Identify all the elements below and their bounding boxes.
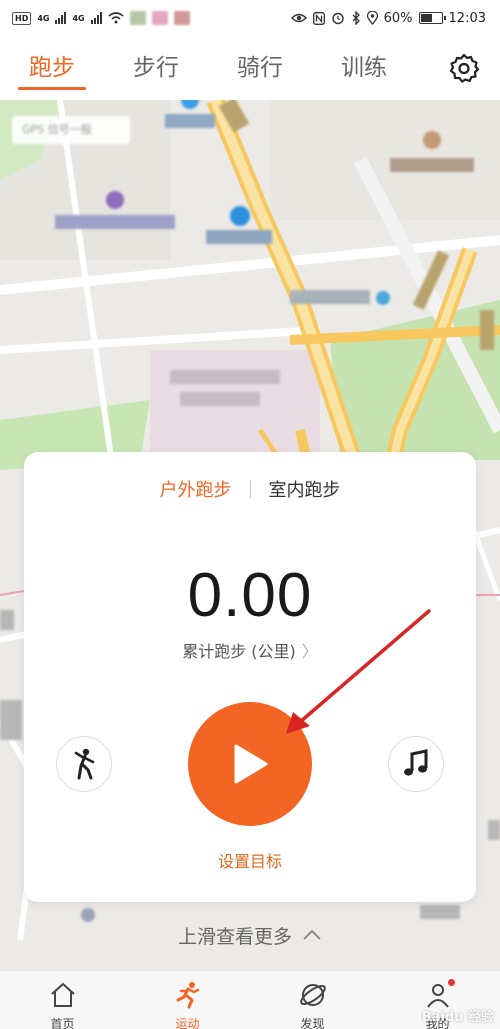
chevron-right-icon: 〉	[301, 642, 318, 661]
nav-home-label: 首页	[50, 1017, 75, 1029]
settings-gear-icon[interactable]	[448, 52, 480, 84]
network-type-label-2: 4G	[72, 13, 85, 23]
nav-sports[interactable]: 运动	[125, 971, 250, 1029]
status-right: 60% 12:03	[290, 10, 486, 26]
total-distance-value: 0.00	[187, 561, 313, 630]
running-icon	[176, 982, 199, 1009]
bottom-navigation: 首页 运动 发现 我的 Baidu 经验	[0, 970, 500, 1029]
nav-home[interactable]: 首页	[0, 971, 125, 1029]
gps-signal-chip: GPS 信号一般	[12, 116, 130, 144]
music-button[interactable]	[388, 736, 444, 792]
run-mode-switch: 户外跑步 室内跑步	[24, 476, 476, 502]
stretching-person-icon	[74, 748, 95, 780]
wifi-icon	[108, 12, 124, 24]
signal-strength-icon	[55, 12, 67, 24]
status-bar: HD 4G 4G 60% 12:03	[0, 0, 500, 36]
sport-tabbar: 跑步 步行 骑行 训练	[0, 36, 500, 100]
set-goal-button[interactable]: 设置目标	[24, 848, 476, 872]
nav-discover[interactable]: 发现	[250, 971, 375, 1029]
hd-badge: HD	[12, 11, 32, 25]
bluetooth-icon	[352, 11, 360, 25]
swipe-up-hint[interactable]: 上滑查看更多	[0, 922, 500, 949]
swipe-up-label: 上滑查看更多	[177, 926, 292, 948]
tab-training[interactable]: 训练	[312, 36, 416, 100]
discover-icon	[299, 984, 326, 1006]
nfc-icon	[312, 11, 325, 25]
notification-icon	[151, 11, 168, 25]
alarm-icon	[331, 12, 344, 25]
music-note-icon	[404, 749, 428, 776]
nav-discover-label: 发现	[300, 1017, 325, 1029]
start-run-button[interactable]	[188, 702, 312, 826]
notification-icon	[129, 11, 146, 25]
location-icon	[366, 11, 378, 25]
chevron-up-icon	[303, 929, 321, 940]
tab-running[interactable]: 跑步	[0, 36, 104, 100]
status-left: HD 4G 4G	[12, 11, 190, 25]
tab-cycling[interactable]: 骑行	[208, 36, 312, 100]
run-control-card: 户外跑步 室内跑步 0.00 累计跑步 (公里) 〉 设置目标	[24, 452, 476, 902]
play-icon	[234, 744, 268, 784]
clock: 12:03	[448, 10, 486, 26]
watermark: Baidu 经验	[421, 1010, 494, 1025]
signal-strength-icon-2	[90, 12, 102, 24]
network-type-label: 4G	[37, 13, 50, 23]
mode-indoor-run[interactable]: 室内跑步	[269, 476, 341, 502]
nav-sports-label: 运动	[175, 1017, 200, 1029]
mode-divider	[249, 480, 251, 498]
mode-outdoor-run[interactable]: 户外跑步	[160, 476, 232, 502]
profile-icon	[426, 984, 449, 1008]
total-distance-label: 累计跑步 (公里)	[182, 642, 296, 661]
battery-percent: 60%	[383, 10, 413, 26]
tab-walking[interactable]: 步行	[104, 36, 208, 100]
notification-dot	[448, 979, 455, 986]
battery-icon	[418, 12, 446, 24]
battery-fill	[420, 14, 432, 22]
home-icon	[50, 983, 75, 1007]
total-distance-link[interactable]: 累计跑步 (公里) 〉	[24, 638, 476, 662]
eye-icon	[290, 13, 307, 23]
notification-icon	[173, 11, 190, 25]
warmup-button[interactable]	[56, 736, 112, 792]
